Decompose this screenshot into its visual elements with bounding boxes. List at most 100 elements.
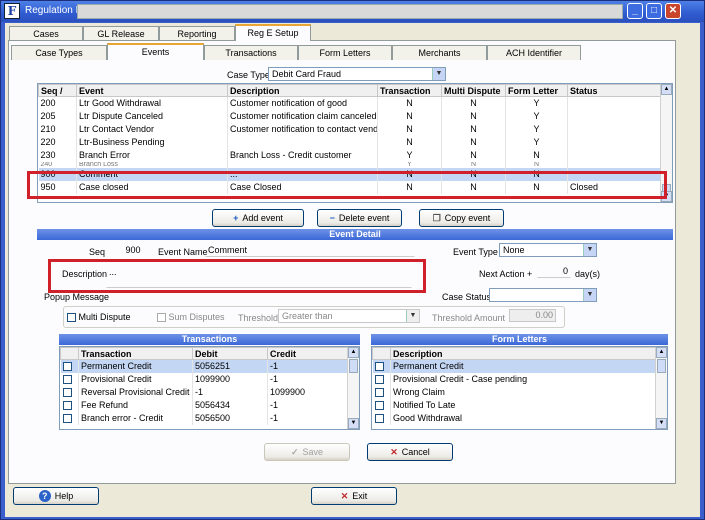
table-row-selected[interactable]: Permanent Credit bbox=[372, 359, 667, 373]
col-transaction[interactable]: Transaction bbox=[78, 347, 193, 360]
table-row[interactable]: Wrong Claim bbox=[372, 385, 667, 399]
col-multi-dispute[interactable]: Multi Dispute bbox=[441, 84, 506, 97]
scroll-thumb[interactable] bbox=[349, 359, 358, 373]
row-checkbox[interactable] bbox=[372, 359, 391, 373]
checkbox-icon bbox=[62, 414, 72, 424]
table-row[interactable]: 220 Ltr-Business Pending N N Y bbox=[38, 135, 672, 149]
help-button[interactable]: ? Help bbox=[13, 487, 99, 505]
col-status[interactable]: Status bbox=[567, 84, 661, 97]
table-row[interactable]: Provisional Credit - Case pending bbox=[372, 372, 667, 386]
table-row[interactable]: Provisional Credit 1099900 -1 bbox=[60, 372, 359, 386]
minimize-icon[interactable]: _ bbox=[627, 3, 643, 19]
scroll-up-icon[interactable]: ▲ bbox=[348, 347, 359, 358]
cell-debit: -1 bbox=[192, 385, 268, 399]
cell-seq: 210 bbox=[38, 122, 77, 136]
cell-status bbox=[567, 109, 661, 123]
cell-form-letter: Y bbox=[505, 122, 568, 136]
multi-dispute-label: Multi Dispute bbox=[78, 312, 131, 322]
exit-x-icon: ✕ bbox=[340, 491, 349, 501]
cell-seq: 230 bbox=[38, 148, 77, 162]
table-row-selected[interactable]: Permanent Credit 5056251 -1 bbox=[60, 359, 359, 373]
exit-button[interactable]: ✕ Exit bbox=[311, 487, 397, 505]
save-button[interactable]: ✓ Save bbox=[264, 443, 350, 461]
multi-dispute-checkbox[interactable]: Multi Dispute bbox=[67, 312, 131, 323]
tab-merchants[interactable]: Merchants bbox=[392, 45, 487, 60]
row-checkbox[interactable] bbox=[60, 411, 79, 425]
delete-event-button[interactable]: − Delete event bbox=[317, 209, 402, 227]
table-row[interactable]: 200 Ltr Good Withdrawal Customer notificat… bbox=[38, 96, 672, 110]
threshold-select[interactable]: Greater than ▼ bbox=[278, 309, 420, 323]
sum-disputes-checkbox[interactable]: Sum Disputes bbox=[157, 312, 225, 323]
col-description[interactable]: Description bbox=[227, 84, 378, 97]
scroll-up-icon[interactable]: ▲ bbox=[656, 347, 667, 358]
col-transaction[interactable]: Transaction bbox=[377, 84, 442, 97]
scroll-down-icon[interactable]: ▼ bbox=[348, 418, 359, 429]
tab-form-letters[interactable]: Form Letters bbox=[298, 45, 392, 60]
tab-reg-e-setup[interactable]: Reg E Setup bbox=[235, 24, 311, 41]
cell-multi-dispute: N bbox=[441, 148, 506, 162]
table-row[interactable]: Good Withdrawal bbox=[372, 411, 667, 425]
table-row[interactable]: 205 Ltr Dispute Canceled Customer notifica… bbox=[38, 109, 672, 123]
tab-case-types[interactable]: Case Types bbox=[11, 45, 107, 60]
form-letters-scrollbar[interactable]: ▲ ▼ bbox=[655, 347, 667, 429]
checkbox-icon bbox=[374, 414, 384, 424]
row-checkbox[interactable] bbox=[372, 385, 391, 399]
tab-events[interactable]: Events bbox=[107, 43, 204, 60]
scroll-thumb[interactable] bbox=[657, 359, 666, 373]
cell-description: Customer notification claim canceled bbox=[227, 109, 378, 123]
cell-transaction: Branch error - Credit bbox=[78, 411, 193, 425]
app-window: F Regulation E _ □ ✕ Cases GL Release Re… bbox=[0, 0, 705, 520]
days-label: day(s) bbox=[575, 269, 601, 279]
tab-ach-identifier[interactable]: ACH Identifier bbox=[487, 45, 581, 60]
cell-event: Ltr Good Withdrawal bbox=[76, 96, 228, 110]
tab-cases[interactable]: Cases bbox=[9, 26, 83, 41]
case-status-select[interactable]: ▼ bbox=[489, 288, 597, 302]
add-event-button[interactable]: + Add event bbox=[212, 209, 304, 227]
title-bar[interactable]: F Regulation E _ □ ✕ bbox=[1, 1, 704, 22]
cancel-button[interactable]: ✕ Cancel bbox=[367, 443, 453, 461]
table-row[interactable]: Notified To Late bbox=[372, 398, 667, 412]
help-label: Help bbox=[54, 491, 74, 501]
tab-reporting[interactable]: Reporting bbox=[159, 26, 235, 41]
scroll-up-icon[interactable]: ▲ bbox=[661, 84, 672, 95]
next-action-field[interactable]: 0 bbox=[537, 265, 571, 278]
row-checkbox[interactable] bbox=[60, 359, 79, 373]
row-checkbox[interactable] bbox=[60, 398, 79, 412]
add-icon: + bbox=[233, 213, 239, 223]
seq-field[interactable]: 900 bbox=[117, 244, 149, 257]
chevron-down-icon: ▼ bbox=[406, 310, 419, 322]
col-description[interactable]: Description bbox=[390, 347, 667, 360]
row-checkbox[interactable] bbox=[372, 372, 391, 386]
tab-transactions[interactable]: Transactions bbox=[204, 45, 298, 60]
threshold-amount-field[interactable]: 0.00 bbox=[509, 309, 556, 322]
copy-event-button[interactable]: ❐ Copy event bbox=[419, 209, 504, 227]
row-checkbox[interactable] bbox=[60, 372, 79, 386]
tab-gl-release[interactable]: GL Release bbox=[83, 26, 159, 41]
col-debit[interactable]: Debit bbox=[192, 347, 268, 360]
col-credit[interactable]: Credit bbox=[267, 347, 348, 360]
checkbox-icon bbox=[374, 401, 384, 411]
transactions-scrollbar[interactable]: ▲ ▼ bbox=[347, 347, 359, 429]
maximize-icon[interactable]: □ bbox=[646, 3, 662, 19]
event-type-label: Event Type bbox=[453, 247, 498, 257]
col-seq[interactable]: Seq / bbox=[38, 84, 77, 97]
threshold-amount-label: Threshold Amount bbox=[432, 313, 506, 323]
event-type-select[interactable]: None ▼ bbox=[499, 243, 597, 257]
event-name-field[interactable]: Comment bbox=[205, 244, 415, 257]
close-icon[interactable]: ✕ bbox=[665, 3, 681, 19]
row-checkbox[interactable] bbox=[372, 411, 391, 425]
table-row[interactable]: 230 Branch Error Branch Loss - Credit cust… bbox=[38, 148, 672, 162]
cell-seq: 200 bbox=[38, 96, 77, 110]
table-row[interactable]: 210 Ltr Contact Vendor Customer notificati… bbox=[38, 122, 672, 136]
col-form-letter[interactable]: Form Letter bbox=[505, 84, 568, 97]
col-event[interactable]: Event bbox=[76, 84, 228, 97]
row-checkbox[interactable] bbox=[60, 385, 79, 399]
case-type-select[interactable]: Debit Card Fraud ▼ bbox=[268, 67, 446, 81]
table-row[interactable]: Branch error - Credit 5056500 -1 bbox=[60, 411, 359, 425]
row-checkbox[interactable] bbox=[372, 398, 391, 412]
table-row[interactable]: Reversal Provisional Credit -1 1099900 bbox=[60, 385, 359, 399]
table-row[interactable]: Fee Refund 5056434 -1 bbox=[60, 398, 359, 412]
scroll-down-icon[interactable]: ▼ bbox=[656, 418, 667, 429]
chevron-down-icon: ▼ bbox=[432, 68, 445, 80]
event-detail-header: Event Detail bbox=[37, 229, 673, 240]
